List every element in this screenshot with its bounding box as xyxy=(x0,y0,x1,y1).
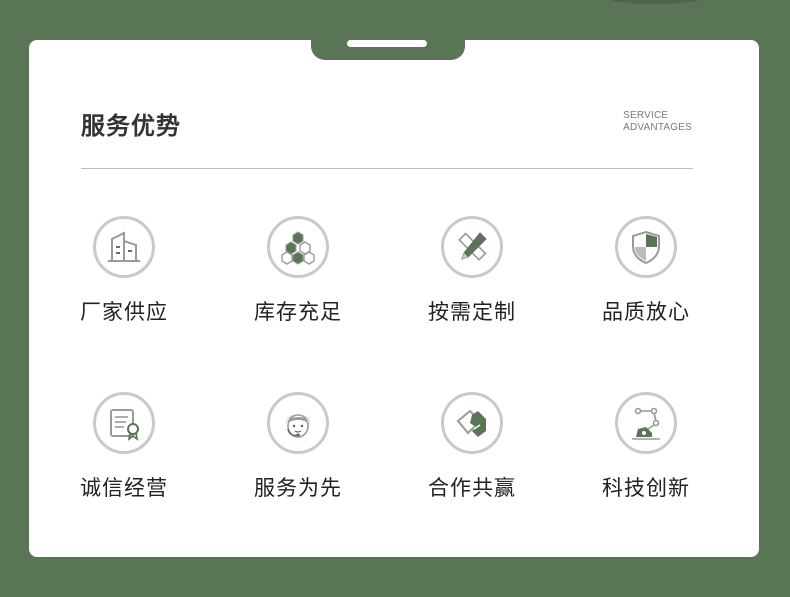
feature-label: 服务为先 xyxy=(254,476,342,500)
feature-label: 按需定制 xyxy=(428,300,516,324)
service-advantages-card: 服务优势 SERVICE ADVANTAGES 厂家供应 库存充足 按需定制 品… xyxy=(29,40,759,557)
feature-label: 诚信经营 xyxy=(80,476,168,500)
feature-honest-business: 诚信经营 xyxy=(57,392,197,512)
section-title: 服务优势 xyxy=(81,112,181,140)
handshake-icon xyxy=(441,392,503,454)
feature-factory-supply: 厂家供应 xyxy=(57,216,197,336)
shield-icon xyxy=(615,216,677,278)
pencil-ruler-icon xyxy=(441,216,503,278)
subtitle-line-2: ADVANTAGES xyxy=(623,122,692,133)
feature-label: 厂家供应 xyxy=(80,300,168,324)
title-divider xyxy=(81,168,693,169)
certificate-icon xyxy=(93,392,155,454)
subtitle-line-1: SERVICE xyxy=(623,110,669,121)
stacked-boxes-icon xyxy=(267,216,329,278)
feature-label: 合作共赢 xyxy=(428,476,516,500)
feature-service-first: 服务为先 xyxy=(231,392,371,512)
feature-label: 科技创新 xyxy=(602,476,690,500)
feature-label: 库存充足 xyxy=(254,300,342,324)
card-tab-pill xyxy=(347,40,427,47)
factory-building-icon xyxy=(93,216,155,278)
top-shadow xyxy=(610,0,700,4)
feature-sufficient-stock: 库存充足 xyxy=(231,216,371,336)
feature-custom-made: 按需定制 xyxy=(405,216,545,336)
feature-win-win: 合作共赢 xyxy=(405,392,545,512)
feature-label: 品质放心 xyxy=(602,300,690,324)
section-subtitle: SERVICE ADVANTAGES xyxy=(623,110,692,134)
customer-service-icon xyxy=(267,392,329,454)
feature-tech-innovation: 科技创新 xyxy=(579,392,719,512)
feature-quality-assured: 品质放心 xyxy=(579,216,719,336)
robot-arm-icon xyxy=(615,392,677,454)
